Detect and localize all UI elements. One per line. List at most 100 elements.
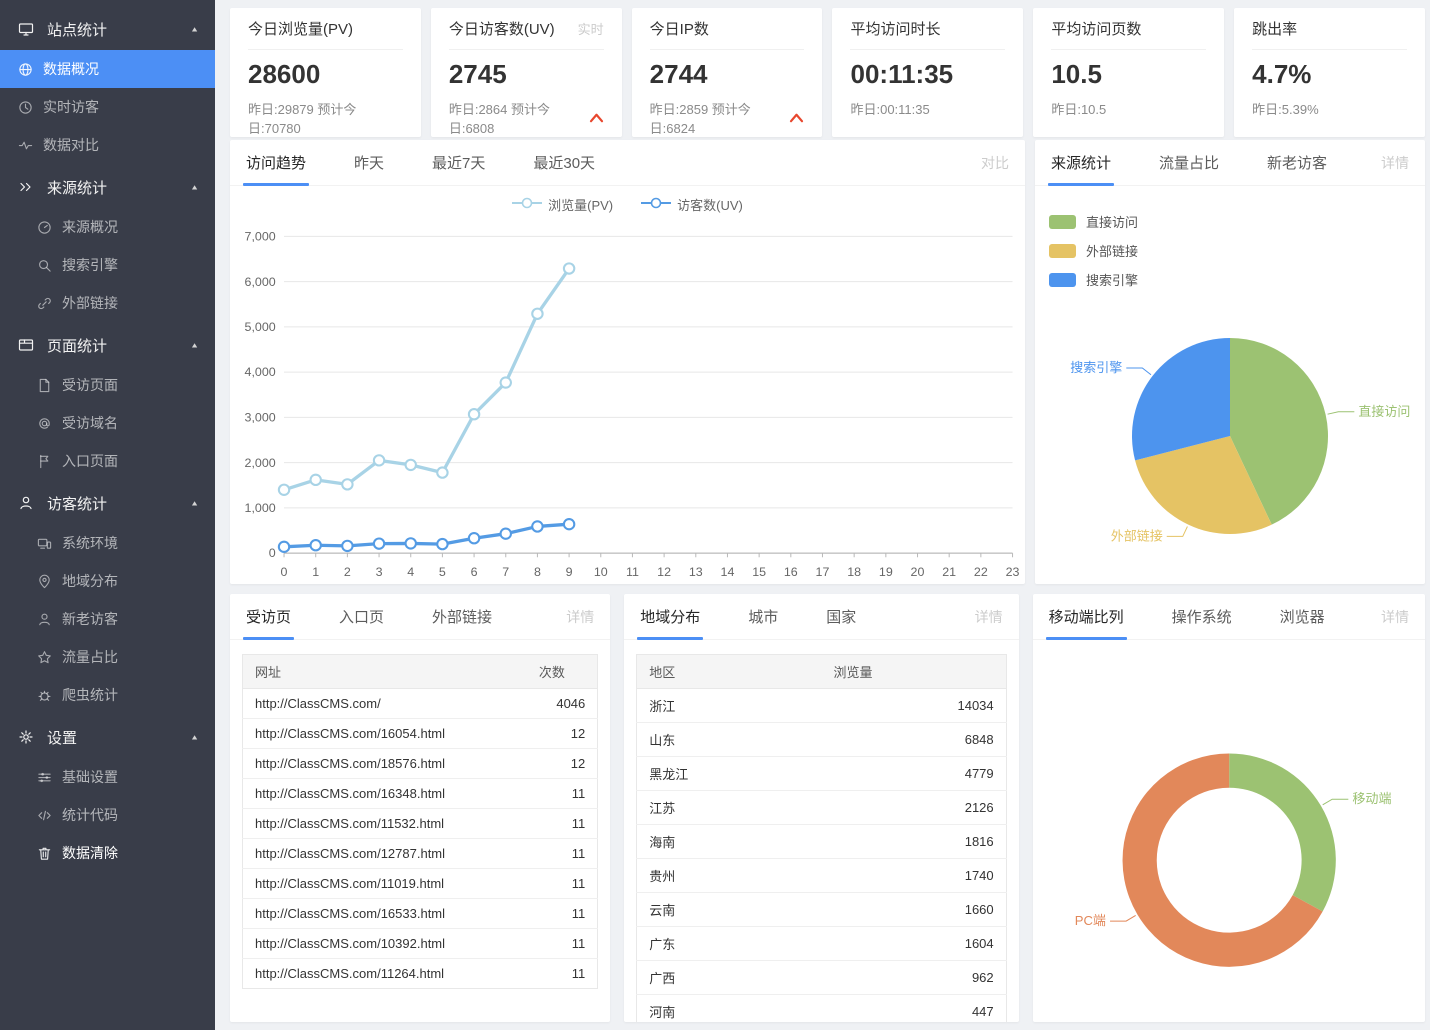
sidebar-item-2-0[interactable]: 受访页面 [0, 366, 215, 404]
region-action-link[interactable]: 详情 [975, 594, 1003, 639]
sidebar-item-2-2[interactable]: 入口页面 [0, 442, 215, 480]
trash-icon [37, 846, 52, 861]
sidebar-group-4[interactable]: 设置▲ [0, 716, 215, 758]
sidebar-item-label: 数据清除 [62, 843, 118, 863]
sidebar-group: 访客统计▲系统环境地域分布新老访客流量占比爬虫统计 [0, 482, 215, 714]
sidebar-group-0[interactable]: 站点统计▲ [0, 8, 215, 50]
sidebar-item-4-1[interactable]: 统计代码 [0, 796, 215, 834]
tab-region-2[interactable]: 国家 [826, 594, 856, 639]
tab-region-1[interactable]: 城市 [748, 594, 778, 639]
tab-source-0[interactable]: 来源统计 [1051, 140, 1111, 185]
tab-region-0[interactable]: 地域分布 [640, 594, 700, 639]
tab-visited-2[interactable]: 外部链接 [432, 594, 492, 639]
url-cell: http://ClassCMS.com/16533.html [243, 899, 527, 929]
sidebar-item-4-2[interactable]: 数据清除 [0, 834, 215, 872]
stat-card-sub-text: 昨日:2859 预计今日:6824 [650, 99, 781, 137]
stat-card-head: 跳出率 [1252, 8, 1407, 50]
svg-text:2,000: 2,000 [245, 456, 276, 470]
table-row: 河南447 [637, 995, 1006, 1023]
sidebar-item-4-0[interactable]: 基础设置 [0, 758, 215, 796]
stat-card-title: 平均访问时长 [850, 18, 940, 39]
tab-source-1[interactable]: 流量占比 [1159, 140, 1219, 185]
svg-text:22: 22 [974, 565, 988, 579]
url-cell: http://ClassCMS.com/ [243, 689, 527, 719]
sidebar-item-2-1[interactable]: 受访域名 [0, 404, 215, 442]
sidebar-item-label: 外部链接 [62, 293, 118, 313]
bottom-row: 受访页入口页外部链接详情 网址次数http://ClassCMS.com/404… [230, 594, 1425, 1022]
table-row: 贵州1740 [637, 859, 1006, 893]
sidebar-item-3-0[interactable]: 系统环境 [0, 524, 215, 562]
source-legend-item-2[interactable]: 搜索引擎 [1049, 270, 1425, 289]
sidebar-group-2[interactable]: 页面统计▲ [0, 324, 215, 366]
tab-mobile-2[interactable]: 浏览器 [1280, 594, 1325, 639]
table-row: http://ClassCMS.com/11264.html11 [243, 959, 598, 989]
tab-trend-3[interactable]: 最近30天 [533, 140, 595, 185]
legend-label: 搜索引擎 [1086, 270, 1138, 289]
sidebar-group-label: 站点统计 [47, 19, 190, 40]
tab-trend-1[interactable]: 昨天 [354, 140, 384, 185]
stat-cards-row: 今日浏览量(PV)28600昨日:29879 预计今日:70780今日访客数(U… [230, 8, 1425, 130]
sidebar-item-label: 爬虫统计 [62, 685, 118, 705]
sidebar-item-0-0[interactable]: 数据概况 [0, 50, 215, 88]
svg-text:5,000: 5,000 [245, 320, 276, 334]
sidebar-item-1-2[interactable]: 外部链接 [0, 284, 215, 322]
count-cell: 11 [527, 869, 598, 899]
mobile-action-link[interactable]: 详情 [1381, 594, 1409, 639]
collapse-arrow-icon: ▲ [190, 733, 199, 741]
sidebar-item-1-0[interactable]: 来源概况 [0, 208, 215, 246]
tab-visited-1[interactable]: 入口页 [339, 594, 384, 639]
visited-action-link[interactable]: 详情 [566, 594, 594, 639]
sidebar-item-3-2[interactable]: 新老访客 [0, 600, 215, 638]
svg-text:18: 18 [847, 565, 861, 579]
sidebar-item-label: 实时访客 [43, 97, 99, 117]
region-table: 地区浏览量浙江14034山东6848黑龙江4779江苏2126海南1816贵州1… [624, 640, 1018, 1022]
sidebar-item-label: 受访域名 [62, 413, 118, 433]
source-action-link[interactable]: 详情 [1381, 140, 1409, 185]
tab-trend-2[interactable]: 最近7天 [432, 140, 485, 185]
tab-source-2[interactable]: 新老访客 [1267, 140, 1327, 185]
sidebar-item-3-3[interactable]: 流量占比 [0, 638, 215, 676]
slice-label: PC端 [1074, 913, 1105, 928]
svg-text:21: 21 [942, 565, 956, 579]
sidebar-item-3-1[interactable]: 地域分布 [0, 562, 215, 600]
url-cell: http://ClassCMS.com/18576.html [243, 749, 527, 779]
sidebar-group-3[interactable]: 访客统计▲ [0, 482, 215, 524]
stat-card-sub-text: 昨日:5.39% [1252, 99, 1318, 118]
tab-mobile-1[interactable]: 操作系统 [1172, 594, 1232, 639]
sidebar-group-1[interactable]: 来源统计▲ [0, 166, 215, 208]
sidebar-item-0-1[interactable]: 实时访客 [0, 88, 215, 126]
legend-label: 访客数(UV) [677, 195, 743, 214]
url-cell: http://ClassCMS.com/11264.html [243, 959, 527, 989]
source-legend-item-1[interactable]: 外部链接 [1049, 241, 1425, 260]
sidebar-item-3-4[interactable]: 爬虫统计 [0, 676, 215, 714]
stat-card-value: 00:11:35 [850, 59, 1005, 90]
sidebar-item-0-2[interactable]: 数据对比 [0, 126, 215, 164]
table-row: 广西962 [637, 961, 1006, 995]
sidebar-item-1-1[interactable]: 搜索引擎 [0, 246, 215, 284]
tab-visited-0[interactable]: 受访页 [246, 594, 291, 639]
stat-card-sub-text: 昨日:29879 预计今日:70780 [248, 99, 403, 137]
url-cell: http://ClassCMS.com/16054.html [243, 719, 527, 749]
slice-label: 搜索引擎 [1070, 360, 1122, 375]
legend-item-1[interactable]: 访客数(UV) [641, 195, 743, 214]
tab-mobile-0[interactable]: 移动端比列 [1049, 594, 1124, 639]
data-table: 地区浏览量浙江14034山东6848黑龙江4779江苏2126海南1816贵州1… [636, 654, 1006, 1022]
user-icon [37, 612, 52, 627]
stat-card-sub: 昨日:00:11:35 [850, 99, 1005, 118]
trend-legend: 浏览量(PV) 访客数(UV) [230, 186, 1025, 222]
col-header: 次数 [527, 655, 598, 689]
sidebar-group: 站点统计▲数据概况实时访客数据对比 [0, 8, 215, 164]
svg-text:15: 15 [752, 565, 766, 579]
legend-item-0[interactable]: 浏览量(PV) [512, 195, 613, 214]
stat-card-value: 10.5 [1051, 59, 1206, 90]
source-legend-item-0[interactable]: 直接访问 [1049, 212, 1425, 231]
stat-card-value: 2745 [449, 59, 604, 90]
trend-action-link[interactable]: 对比 [981, 140, 1009, 185]
globe-icon [18, 62, 33, 77]
sidebar-group: 页面统计▲受访页面受访域名入口页面 [0, 324, 215, 480]
tab-trend-0[interactable]: 访问趋势 [246, 140, 306, 185]
svg-text:6: 6 [471, 565, 478, 579]
legend-swatch [1049, 244, 1076, 258]
middle-row: 访问趋势昨天最近7天最近30天对比 浏览量(PV)访客数(UV) 01,0002… [230, 140, 1425, 584]
svg-text:6,000: 6,000 [245, 275, 276, 289]
